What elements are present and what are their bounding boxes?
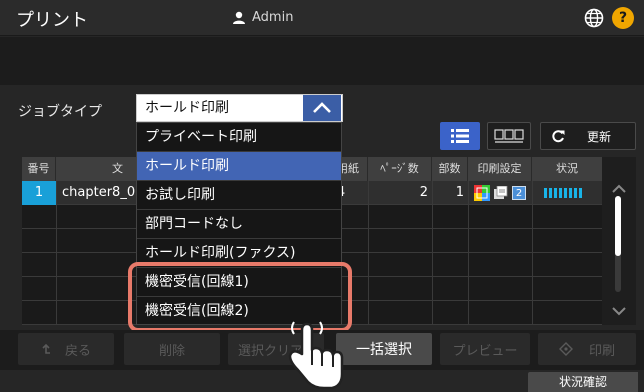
- back-button[interactable]: 戻る: [18, 333, 114, 365]
- help-button[interactable]: ?: [612, 7, 634, 29]
- help-icon: ?: [618, 10, 628, 26]
- language-button[interactable]: [584, 8, 604, 28]
- preview-button[interactable]: プレビュー: [440, 333, 530, 365]
- job-type-option-no-department-code[interactable]: 部門コードなし: [137, 210, 341, 239]
- status-progress-icon: [544, 188, 582, 198]
- chevron-up-icon: [313, 102, 331, 113]
- preview-label: プレビュー: [452, 343, 518, 359]
- refresh-icon: [552, 130, 565, 143]
- tap-hand-icon: [288, 321, 344, 390]
- refresh-button[interactable]: 更新: [540, 122, 636, 150]
- user-indicator: Admin: [232, 10, 293, 25]
- row-document-name: chapter8_0: [62, 185, 136, 200]
- job-type-option-proof[interactable]: お試し印刷: [137, 181, 341, 210]
- column-header-print-settings: 印刷設定: [468, 157, 532, 181]
- scroll-up-icon[interactable]: [610, 183, 628, 195]
- globe-icon: [584, 8, 604, 28]
- job-status-button[interactable]: 状況確認: [528, 372, 638, 392]
- column-header-document-label: 文: [112, 162, 123, 175]
- duplex-icon: [494, 186, 508, 199]
- row-pages: 2: [419, 185, 428, 200]
- user-icon: [233, 11, 245, 24]
- thumbnail-view-button[interactable]: [487, 122, 531, 150]
- app-title: プリント: [16, 10, 88, 31]
- color-print-icon: [474, 185, 490, 201]
- row-print-settings: 2: [474, 181, 530, 205]
- column-divider: [432, 181, 433, 325]
- row-copies: 1: [455, 185, 464, 200]
- print-button[interactable]: 印刷: [538, 333, 636, 365]
- job-type-collapse-button[interactable]: [303, 95, 341, 121]
- refresh-label: 更新: [587, 129, 612, 144]
- title-bar: プリント Admin ?: [0, 0, 644, 36]
- copies-badge: 2: [512, 186, 526, 200]
- print-label: 印刷: [588, 343, 615, 359]
- delete-label: 削除: [158, 343, 185, 359]
- select-all-label: 一括選択: [356, 342, 412, 358]
- job-type-option-private[interactable]: プライベート印刷: [137, 123, 341, 152]
- row-status: [538, 181, 598, 205]
- print-start-icon: [558, 342, 573, 356]
- column-divider: [368, 181, 369, 325]
- list-view-button[interactable]: [440, 122, 480, 150]
- column-divider: [468, 181, 469, 325]
- list-view-icon: [451, 129, 469, 143]
- column-header-status: 状況: [556, 162, 578, 175]
- column-divider: [56, 181, 57, 325]
- scroll-down-icon[interactable]: [610, 305, 628, 317]
- column-header-copies: 部数: [432, 157, 468, 181]
- back-label: 戻る: [64, 343, 91, 359]
- column-header-number: 番号: [22, 157, 56, 181]
- delete-button[interactable]: 削除: [124, 333, 220, 365]
- message-area: [0, 37, 644, 85]
- job-type-label: ジョブタイプ: [18, 104, 102, 120]
- select-all-button[interactable]: 一括選択: [336, 333, 432, 365]
- user-name: Admin: [252, 10, 294, 25]
- column-divider: [532, 181, 533, 325]
- column-header-pages: ﾍﾟｰｼﾞ数: [368, 157, 432, 181]
- thumbnail-view-icon: [494, 129, 524, 143]
- row-number: 1: [22, 181, 56, 205]
- job-type-option-hold[interactable]: ホールド印刷: [137, 152, 341, 181]
- scrollbar-thumb[interactable]: [615, 196, 621, 256]
- back-arrow-icon: [42, 343, 50, 354]
